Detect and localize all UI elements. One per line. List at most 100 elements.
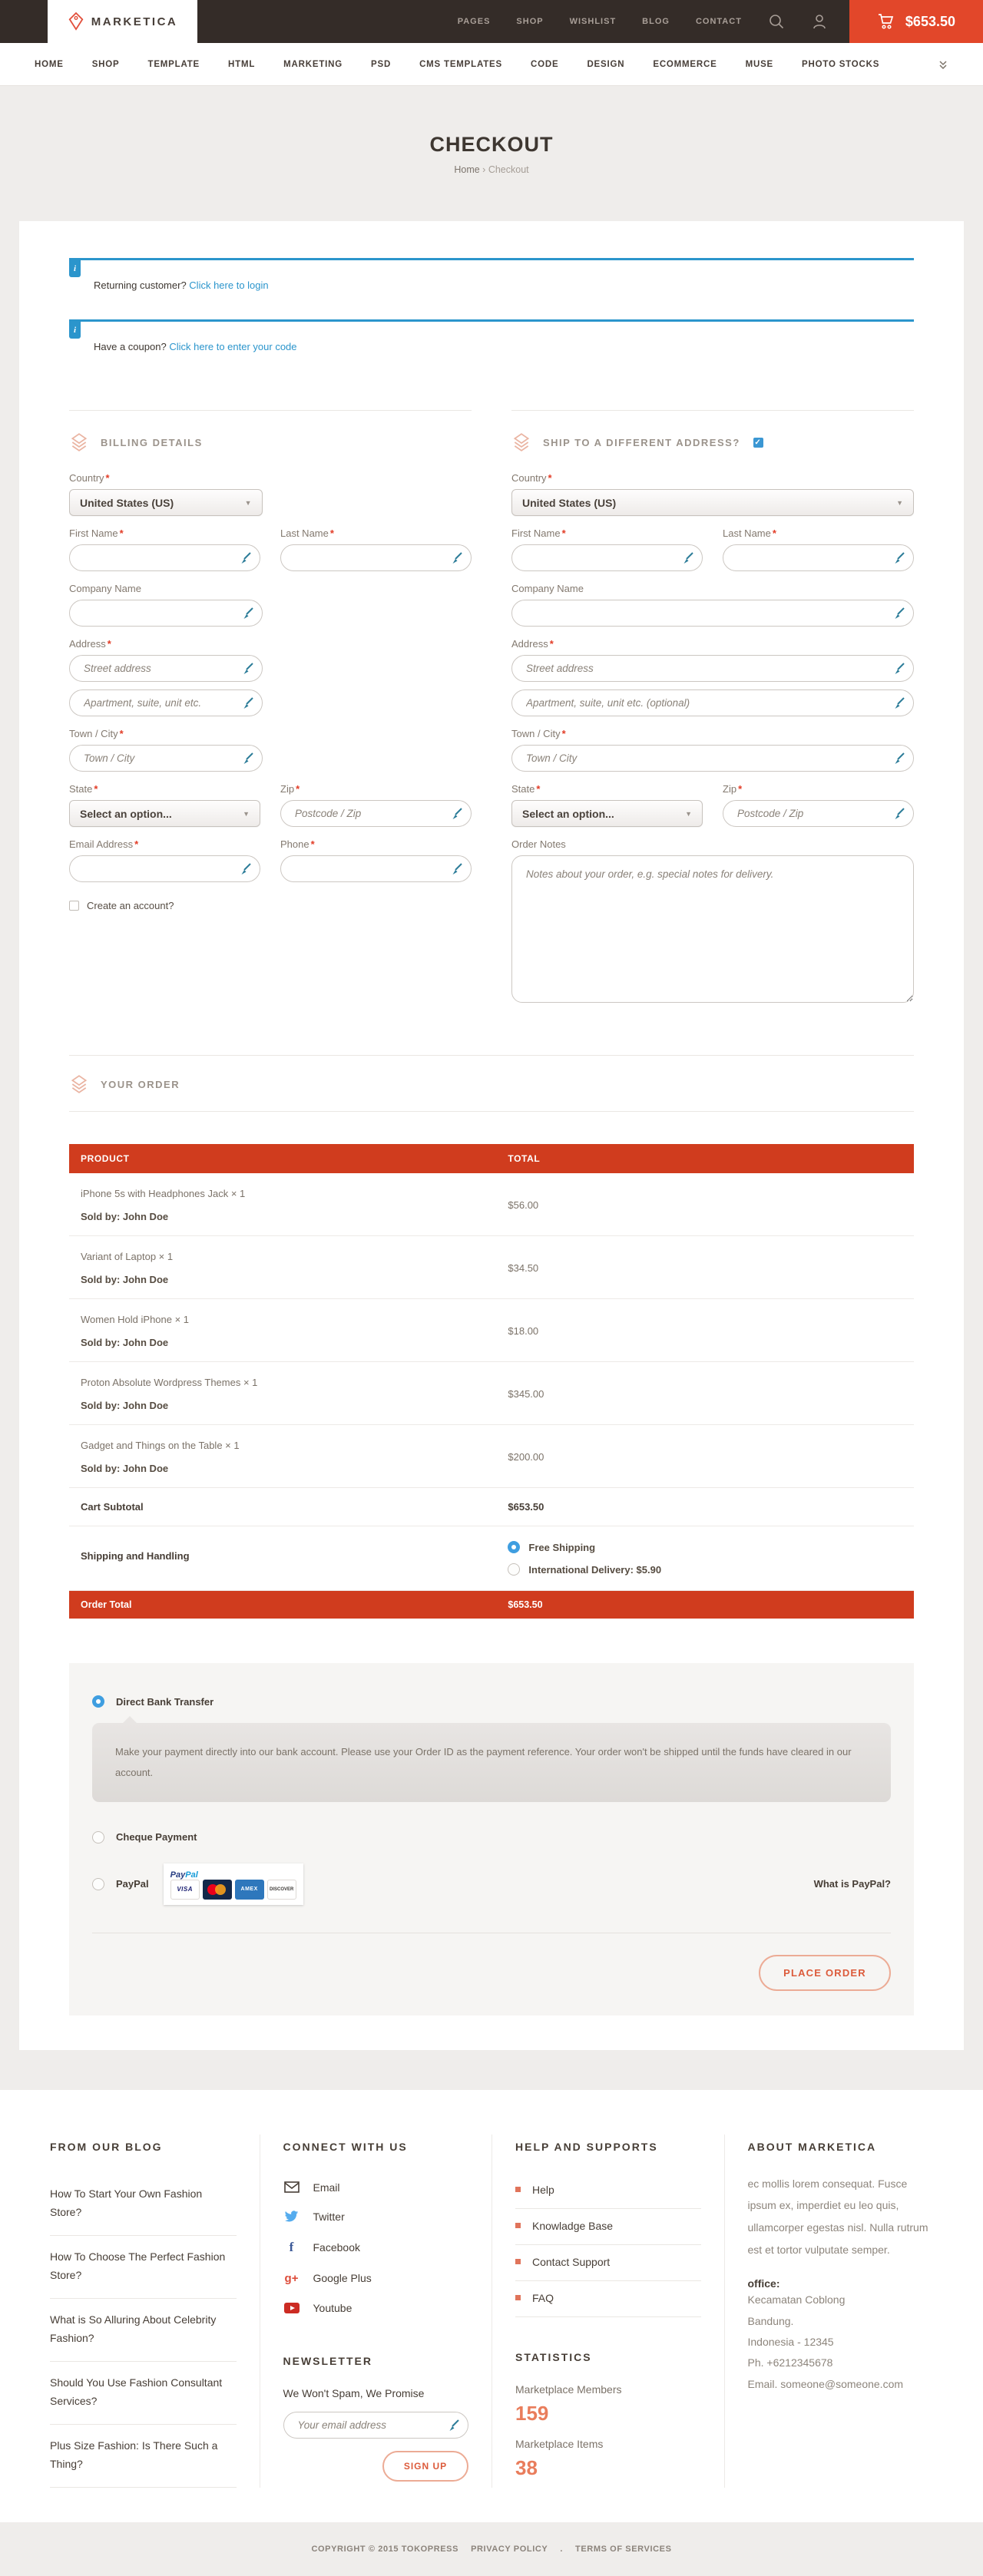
bank-transfer-description: Make your payment directly into our bank… (92, 1723, 891, 1802)
blog-link[interactable]: How To Choose The Perfect Fashion Store? (50, 2236, 237, 2299)
paypal-logo: PayPal (170, 1870, 198, 1880)
cart-subtotal-value: $653.50 (508, 1501, 902, 1513)
ship-zip-input[interactable] (723, 800, 914, 827)
shipto-checkbox[interactable]: ✓ (753, 438, 763, 448)
top-menu: PAGES SHOP WISHLIST BLOG CONTACT (458, 0, 828, 43)
nav-html[interactable]: HTML (228, 60, 255, 69)
international-delivery-option[interactable]: International Delivery: $5.90 (508, 1563, 902, 1576)
paypal-option[interactable]: PayPal PayPal VISA AMEX DISCOVER What is… (92, 1863, 891, 1905)
cheque-payment-option[interactable]: Cheque Payment (92, 1831, 891, 1844)
google-plus-link[interactable]: g+ Google Plus (283, 2264, 469, 2293)
billing-phone-input[interactable] (280, 855, 472, 882)
breadcrumb-separator: › (482, 164, 485, 175)
signup-button[interactable]: SIGN UP (382, 2451, 468, 2482)
breadcrumb-home[interactable]: Home (454, 164, 479, 175)
blog-link[interactable]: What is So Alluring About Celebrity Fash… (50, 2299, 237, 2362)
table-row: Variant of Laptop × 1 Sold by: John Doe … (69, 1236, 914, 1299)
search-icon[interactable] (768, 13, 785, 30)
create-account-checkbox[interactable]: Create an account? (69, 900, 472, 911)
more-menu-icon[interactable] (938, 59, 948, 70)
what-is-paypal-link[interactable]: What is PayPal? (814, 1878, 891, 1890)
login-link[interactable]: Click here to login (189, 279, 268, 291)
top-menu-pages[interactable]: PAGES (458, 17, 491, 26)
nav-ecommerce[interactable]: ECOMMERCE (653, 60, 717, 69)
table-row: Proton Absolute Wordpress Themes × 1 Sol… (69, 1362, 914, 1425)
logo-text: MARKETICA (91, 15, 178, 28)
office-address-line: Bandung. (748, 2311, 934, 2332)
ship-country-select[interactable]: United States (US) ▼ (511, 489, 914, 516)
blog-link[interactable]: Plus Size Fashion: Is There Such a Thing… (50, 2425, 237, 2488)
billing-zip-field: Zip* (280, 783, 472, 827)
nav-photo-stocks[interactable]: PHOTO STOCKS (802, 60, 879, 69)
nav-code[interactable]: CODE (531, 60, 558, 69)
billing-last-name-field: Last Name* (280, 527, 472, 571)
ship-last-name-input[interactable] (723, 544, 914, 571)
faq-link[interactable]: FAQ (515, 2281, 701, 2317)
youtube-link[interactable]: Youtube (283, 2293, 469, 2323)
members-label: Marketplace Members (515, 2383, 701, 2396)
billing-zip-input[interactable] (280, 800, 472, 827)
terms-link[interactable]: TERMS OF SERVICES (575, 2545, 672, 2554)
order-notes-textarea[interactable] (511, 855, 914, 1003)
email-link[interactable]: Email (283, 2173, 469, 2202)
account-icon[interactable] (811, 13, 828, 30)
bank-transfer-option[interactable]: Direct Bank Transfer (92, 1695, 891, 1708)
billing-street-input[interactable] (69, 655, 263, 682)
blog-link[interactable]: Should You Use Fashion Consultant Servic… (50, 2362, 237, 2425)
billing-last-name-input[interactable] (280, 544, 472, 571)
privacy-policy-link[interactable]: PRIVACY POLICY (471, 2545, 548, 2554)
ship-first-name-input[interactable] (511, 544, 703, 571)
ship-state-select[interactable]: Select an option... ▼ (511, 800, 703, 827)
office-address-line: Kecamatan Coblong (748, 2290, 934, 2310)
pen-icon (241, 752, 254, 765)
blog-link[interactable]: How To Start Your Own Fashion Store? (50, 2173, 237, 2236)
members-value: 159 (515, 2402, 701, 2426)
ship-town-input[interactable] (511, 745, 914, 772)
newsletter-email-input[interactable] (283, 2412, 469, 2439)
billing-last-name-label: Last Name (280, 527, 329, 539)
billing-apartment-input[interactable] (69, 689, 263, 716)
billing-first-name-label: First Name (69, 527, 118, 539)
top-menu-shop[interactable]: SHOP (516, 17, 543, 26)
billing-country-label: Country (69, 472, 104, 484)
billing-company-input[interactable] (69, 600, 263, 627)
required-mark: * (536, 783, 540, 795)
free-shipping-option[interactable]: Free Shipping (508, 1541, 902, 1553)
coupon-link[interactable]: Click here to enter your code (169, 341, 296, 352)
cart-button[interactable]: $653.50 (849, 0, 983, 43)
product-total: $56.00 (508, 1188, 902, 1222)
logo[interactable]: MARKETICA (48, 0, 197, 43)
nav-design[interactable]: DESIGN (587, 60, 624, 69)
cart-icon (877, 13, 895, 30)
required-mark: * (330, 527, 334, 539)
facebook-link[interactable]: f Facebook (283, 2231, 469, 2264)
top-menu-wishlist[interactable]: WISHLIST (570, 17, 617, 26)
nav-psd[interactable]: PSD (371, 60, 391, 69)
nav-shop[interactable]: SHOP (92, 60, 120, 69)
nav-home[interactable]: HOME (35, 60, 64, 69)
help-link[interactable]: Help (515, 2173, 701, 2209)
payment-cards-image: PayPal VISA AMEX DISCOVER (164, 1863, 303, 1905)
top-menu-blog[interactable]: BLOG (642, 17, 670, 26)
contact-support-link[interactable]: Contact Support (515, 2245, 701, 2281)
nav-muse[interactable]: MUSE (746, 60, 773, 69)
billing-first-name-input[interactable] (69, 544, 260, 571)
place-order-button[interactable]: PLACE ORDER (759, 1955, 891, 1991)
nav-marketing[interactable]: MARKETING (283, 60, 343, 69)
billing-country-select[interactable]: United States (US) ▼ (69, 489, 263, 516)
twitter-link[interactable]: Twitter (283, 2202, 469, 2231)
pen-icon (681, 551, 694, 564)
billing-email-input[interactable] (69, 855, 260, 882)
nav-template[interactable]: TEMPLATE (148, 60, 200, 69)
cart-total: $653.50 (905, 14, 955, 30)
coupon-text: Have a coupon? (94, 341, 167, 352)
knowledge-base-link[interactable]: Knowladge Base (515, 2209, 701, 2245)
billing-town-input[interactable] (69, 745, 263, 772)
top-menu-contact[interactable]: CONTACT (696, 17, 742, 26)
nav-cms-templates[interactable]: CMS TEMPLATES (419, 60, 502, 69)
ship-street-input[interactable] (511, 655, 914, 682)
billing-state-select[interactable]: Select an option... ▼ (69, 800, 260, 827)
ship-company-input[interactable] (511, 600, 914, 627)
pen-icon (892, 807, 905, 820)
ship-apartment-input[interactable] (511, 689, 914, 716)
